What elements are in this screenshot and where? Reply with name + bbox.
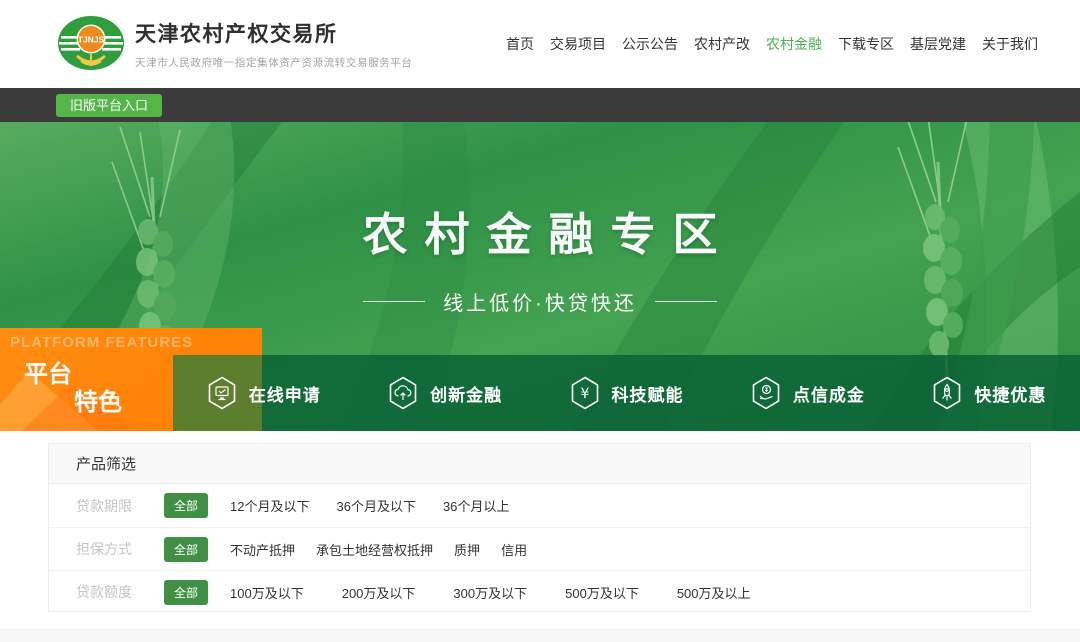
hero-banner: 农村金融专区 线上低价·快贷快还 PLATFORM FEATURES 平台 特色 — [0, 122, 1080, 431]
main-nav: 首页 交易项目 公示公告 农村产改 农村金融 下载专区 基层党建 关于我们 — [506, 34, 1080, 54]
hero-title: 农村金融专区 — [0, 198, 1080, 263]
nav-item-trade-projects[interactable]: 交易项目 — [550, 34, 606, 54]
nav-item-party-building[interactable]: 基层党建 — [910, 34, 966, 54]
all-filter-button[interactable]: 全部 — [164, 493, 208, 518]
filter-card-title: 产品筛选 — [49, 444, 1030, 484]
tab-innovative-finance[interactable]: 创新金融 — [354, 355, 535, 431]
filter-row-loan-term: 贷款期限 全部 12个月及以下 36个月及以下 36个月以上 — [49, 484, 1030, 527]
filter-option[interactable]: 12个月及以下 — [230, 496, 309, 515]
feature-tabbar: 在线申请 创新金融 ¥ 科技赋能 — [173, 355, 1080, 431]
tab-tech-empowerment[interactable]: ¥ 科技赋能 — [536, 355, 717, 431]
filter-option[interactable]: 不动产抵押 — [230, 540, 295, 559]
filter-row-loan-amount: 贷款额度 全部 100万及以下 200万及以下 300万及以下 500万及以下 500万… — [49, 570, 1030, 613]
filter-options: 100万及以下 200万及以下 300万及以下 500万及以下 500万及以上 — [230, 583, 751, 602]
features-title-line1: 平台 — [24, 354, 72, 389]
filter-option[interactable]: 500万及以上 — [677, 583, 751, 602]
tab-label: 创新金融 — [430, 381, 502, 406]
filter-option[interactable]: 承包土地经营权抵押 — [316, 540, 433, 559]
hand-coin-icon — [751, 376, 781, 410]
filter-label: 担保方式 — [76, 539, 148, 559]
next-section-strip — [0, 629, 1080, 642]
rocket-icon — [932, 376, 962, 410]
filter-option[interactable]: 信用 — [501, 540, 527, 559]
features-title-line2: 特色 — [74, 382, 122, 417]
divider-line — [363, 301, 425, 302]
logo-icon[interactable]: TJNJS — [57, 14, 125, 74]
product-filter-card: 产品筛选 贷款期限 全部 12个月及以下 36个月及以下 36个月以上 担保方式 全… — [48, 443, 1031, 612]
yen-icon: ¥ — [570, 376, 600, 410]
divider-line — [655, 301, 717, 302]
filter-options: 12个月及以下 36个月及以下 36个月以上 — [230, 496, 509, 515]
secondary-topbar: 旧版平台入口 — [0, 88, 1080, 122]
nav-item-announcements[interactable]: 公示公告 — [622, 34, 678, 54]
nav-item-rural-reform[interactable]: 农村产改 — [694, 34, 750, 54]
tab-label: 科技赋能 — [612, 381, 684, 406]
filter-option[interactable]: 100万及以下 — [230, 583, 304, 602]
site-subtitle: 天津市人民政府唯一指定集体资产资源流转交易服务平台 — [135, 55, 413, 70]
filter-option[interactable]: 36个月及以下 — [336, 496, 415, 515]
tab-label: 快捷优惠 — [974, 381, 1046, 406]
header: TJNJS 天津农村产权交易所 天津市人民政府唯一指定集体资产资源流转交易服务平… — [0, 0, 1080, 88]
svg-text:TJNJS: TJNJS — [78, 35, 105, 45]
site-title: 天津农村产权交易所 — [135, 18, 413, 48]
filter-row-guarantee-method: 担保方式 全部 不动产抵押 承包土地经营权抵押 质押 信用 — [49, 527, 1030, 570]
filter-option[interactable]: 300万及以下 — [453, 583, 527, 602]
filter-label: 贷款期限 — [76, 496, 148, 516]
filter-label: 贷款额度 — [76, 582, 148, 602]
nav-item-about-us[interactable]: 关于我们 — [982, 34, 1038, 54]
tab-label: 在线申请 — [249, 381, 321, 406]
filter-option[interactable]: 200万及以下 — [342, 583, 416, 602]
svg-text:¥: ¥ — [580, 386, 589, 402]
brand-block: 天津农村产权交易所 天津市人民政府唯一指定集体资产资源流转交易服务平台 — [135, 18, 413, 70]
old-platform-entry-button[interactable]: 旧版平台入口 — [56, 94, 162, 117]
tab-quick-discount[interactable]: 快捷优惠 — [899, 355, 1080, 431]
nav-item-home[interactable]: 首页 — [506, 34, 534, 54]
filter-option[interactable]: 500万及以下 — [565, 583, 639, 602]
all-filter-button[interactable]: 全部 — [164, 537, 208, 562]
page: TJNJS 天津农村产权交易所 天津市人民政府唯一指定集体资产资源流转交易服务平… — [0, 0, 1080, 642]
nav-item-downloads[interactable]: 下载专区 — [838, 34, 894, 54]
nav-item-rural-finance[interactable]: 农村金融 — [766, 34, 822, 54]
hero-subtitle-row: 线上低价·快贷快还 — [0, 287, 1080, 316]
filter-option[interactable]: 36个月以上 — [443, 496, 509, 515]
cloud-up-icon — [388, 376, 418, 410]
all-filter-button[interactable]: 全部 — [164, 580, 208, 605]
tab-online-apply[interactable]: 在线申请 — [173, 355, 354, 431]
features-eyebrow: PLATFORM FEATURES — [10, 334, 193, 351]
filter-options: 不动产抵押 承包土地经营权抵押 质押 信用 — [230, 540, 527, 559]
hero-content: 农村金融专区 线上低价·快贷快还 — [0, 122, 1080, 316]
filter-option[interactable]: 质押 — [454, 540, 480, 559]
tab-credit-to-gold[interactable]: 点信成金 — [717, 355, 898, 431]
tab-label: 点信成金 — [793, 381, 865, 406]
monitor-check-icon — [207, 376, 237, 410]
hero-subtitle: 线上低价·快贷快还 — [443, 287, 637, 316]
